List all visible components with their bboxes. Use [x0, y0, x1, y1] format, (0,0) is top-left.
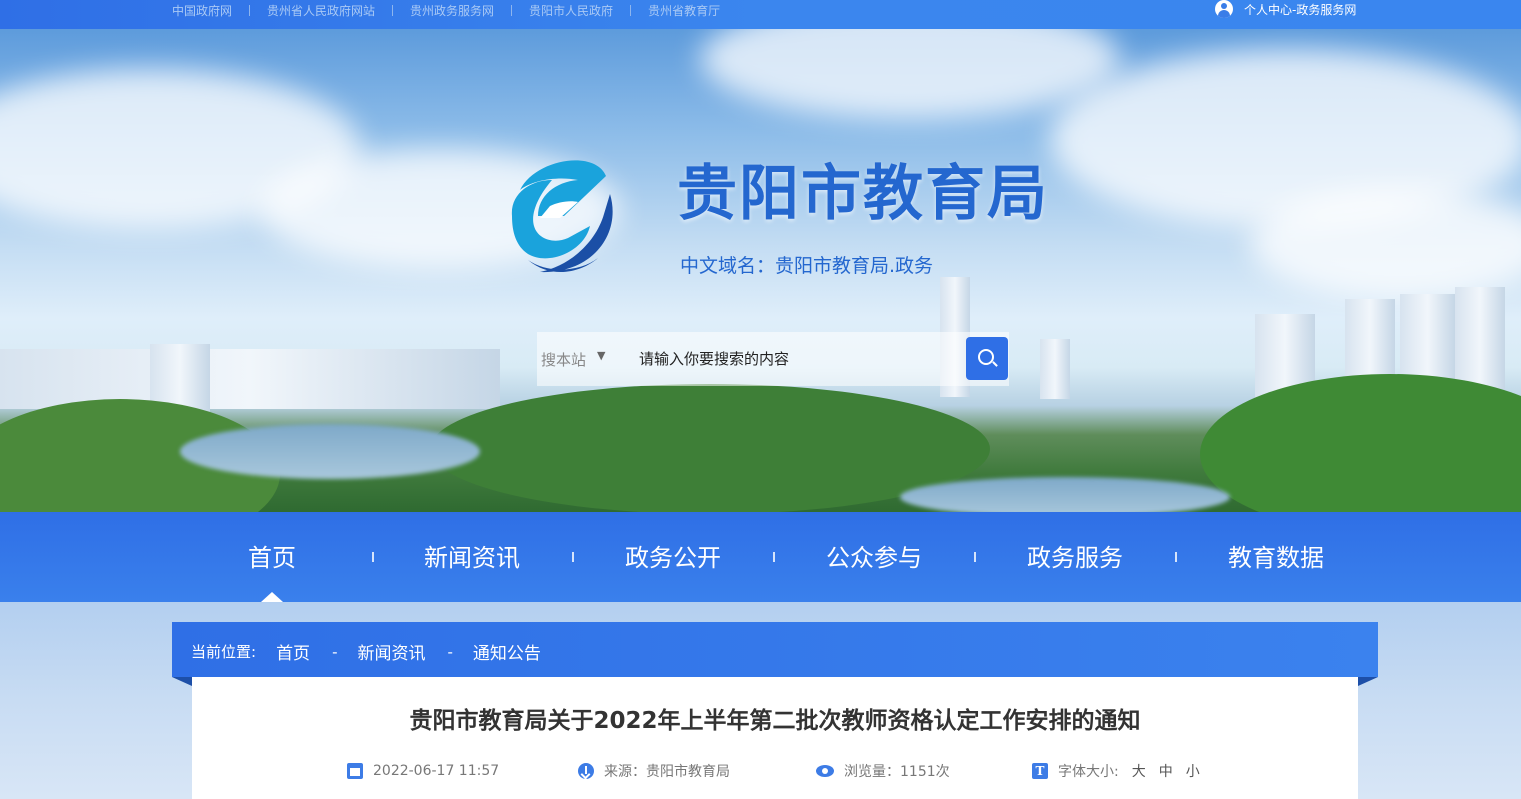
search-icon-handle — [992, 361, 998, 367]
nav-divider — [372, 552, 374, 562]
font-size-medium[interactable]: 中 — [1159, 761, 1173, 781]
site-title: 贵阳市教育局 — [677, 159, 1049, 229]
header-banner: 贵阳市教育局 中文域名：贵阳市教育局.政务 搜本站 ▼ — [0, 29, 1521, 512]
site-domain: 中文域名：贵阳市教育局.政务 — [680, 255, 934, 277]
nav-item-home[interactable]: 首页 — [222, 512, 322, 602]
eye-icon — [816, 765, 834, 777]
breadcrumb-news[interactable]: 新闻资讯 — [357, 639, 425, 664]
top-link-gov-cn[interactable]: 中国政府网 — [172, 2, 232, 19]
nav-divider — [773, 552, 775, 562]
breadcrumb-notices[interactable]: 通知公告 — [473, 639, 541, 664]
search-button[interactable] — [966, 337, 1008, 380]
lake — [180, 424, 480, 479]
cloud — [700, 29, 1120, 119]
divider — [392, 4, 394, 16]
nav-item-public-participation[interactable]: 公众参与 — [814, 512, 934, 602]
article-views-text: 浏览量：1151次 — [844, 764, 950, 780]
article-title: 贵阳市教育局关于2022年上半年第二批次教师资格认定工作安排的通知 — [409, 708, 1141, 734]
nav-divider — [974, 552, 976, 562]
forest — [1200, 374, 1521, 512]
article-date: 2022-06-17 11:57 — [347, 762, 499, 780]
top-link-guiyang-gov[interactable]: 贵阳市人民政府 — [529, 2, 613, 19]
font-size-large[interactable]: 大 — [1132, 761, 1146, 781]
top-bar: 中国政府网 贵州省人民政府网站 贵州政务服务网 贵阳市人民政府 贵州省教育厅 个… — [0, 0, 1521, 29]
top-link-guizhou-service[interactable]: 贵州政务服务网 — [410, 2, 494, 19]
search-scope-select[interactable]: 搜本站 — [541, 349, 586, 370]
chevron-down-icon[interactable]: ▼ — [597, 349, 605, 362]
source-icon — [578, 763, 594, 779]
nav-divider — [572, 552, 574, 562]
breadcrumb-label: 当前位置: — [191, 643, 257, 661]
breadcrumb: 当前位置: 首页 - 新闻资讯 - 通知公告 — [172, 622, 1378, 686]
font-size-control: T 字体大小: 大 中 小 — [1032, 762, 1200, 780]
breadcrumb-separator: - — [332, 642, 338, 661]
city-skyline — [0, 349, 500, 409]
cloud — [1250, 189, 1521, 299]
main-nav: 首页 新闻资讯 政务公开 公众参与 政务服务 教育数据 — [0, 512, 1521, 602]
font-size-icon: T — [1032, 763, 1048, 779]
user-center-label: 个人中心-政务服务网 — [1244, 2, 1357, 17]
top-link-guizhou-edu[interactable]: 贵州省教育厅 — [648, 2, 720, 19]
ribbon-fold — [1358, 677, 1378, 686]
divider — [511, 4, 513, 16]
ribbon-fold — [172, 677, 192, 686]
article-source-text: 来源：贵阳市教育局 — [604, 764, 730, 780]
article-source: 来源：贵阳市教育局 — [578, 762, 730, 780]
top-links: 中国政府网 贵州省人民政府网站 贵州政务服务网 贵阳市人民政府 贵州省教育厅 — [172, 0, 720, 20]
article-panel: 贵阳市教育局关于2022年上半年第二批次教师资格认定工作安排的通知 2022-0… — [192, 677, 1358, 799]
article-date-text: 2022-06-17 11:57 — [373, 763, 500, 779]
user-center-link[interactable]: 个人中心-政务服务网 — [1215, 0, 1356, 18]
search-input[interactable] — [639, 344, 959, 374]
breadcrumb-separator: - — [447, 642, 453, 661]
active-nav-indicator — [261, 592, 283, 602]
nav-item-gov-services[interactable]: 政务服务 — [1015, 512, 1135, 602]
lake — [900, 477, 1230, 512]
divider — [249, 4, 251, 16]
font-size-small[interactable]: 小 — [1186, 761, 1200, 781]
font-size-label: 字体大小: — [1058, 764, 1119, 780]
nav-item-news[interactable]: 新闻资讯 — [412, 512, 532, 602]
building — [1040, 339, 1070, 399]
calendar-icon — [347, 763, 363, 779]
nav-divider — [1175, 552, 1177, 562]
user-icon — [1215, 0, 1233, 18]
article-views: 浏览量：1151次 — [816, 762, 950, 780]
nav-item-gov-affairs[interactable]: 政务公开 — [613, 512, 733, 602]
breadcrumb-home[interactable]: 首页 — [276, 639, 310, 664]
nav-item-edu-data[interactable]: 教育数据 — [1216, 512, 1336, 602]
search-bar: 搜本站 ▼ — [537, 332, 1009, 386]
top-link-guizhou-gov[interactable]: 贵州省人民政府网站 — [267, 2, 375, 19]
divider — [630, 4, 632, 16]
bureau-logo-icon — [511, 160, 613, 273]
